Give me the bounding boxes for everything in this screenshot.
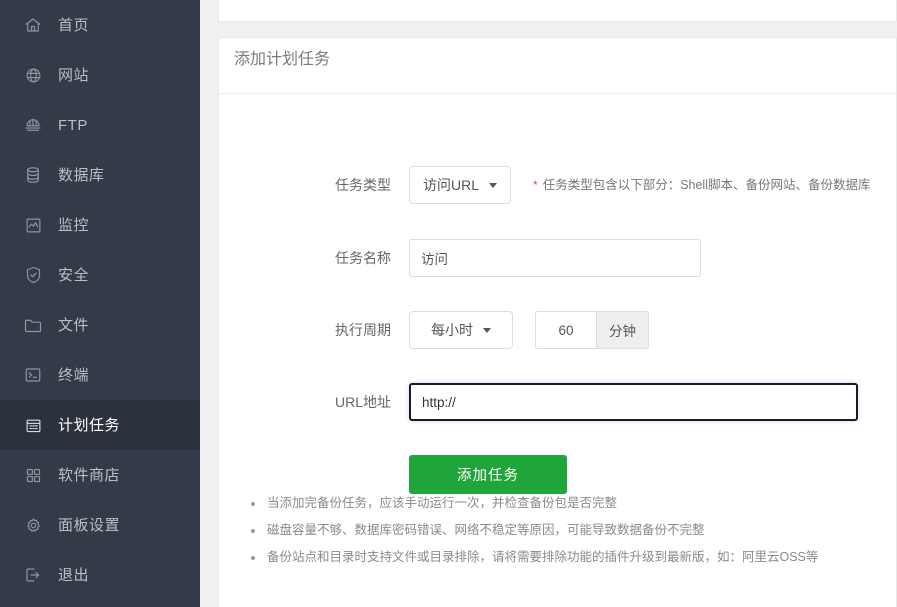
- folder-icon: [22, 314, 44, 336]
- cycle-interval-input[interactable]: [535, 311, 596, 349]
- sidebar-item-label: 数据库: [58, 166, 105, 184]
- task-type-value: 访问URL: [423, 177, 480, 193]
- sidebar-item-label: 安全: [58, 266, 90, 284]
- sidebar-item-label: 退出: [58, 566, 90, 584]
- form-row-submit: 添加任务: [219, 455, 567, 494]
- sidebar-item-label: 软件商店: [58, 466, 121, 484]
- list-item: 当添加完备份任务，应该手动运行一次，并检查备份包是否完整: [249, 490, 889, 517]
- task-type-label: 任务类型: [335, 177, 391, 193]
- cycle-label: 执行周期: [335, 322, 391, 338]
- sidebar-item-security[interactable]: 安全: [0, 250, 200, 300]
- form-row-task-type: 任务类型 访问URL * 任务类型包含以下部分：Shell脚本、备份网站、备份数…: [219, 166, 870, 204]
- chevron-down-icon: [483, 327, 491, 333]
- sidebar-item-app-store[interactable]: 软件商店: [0, 450, 200, 500]
- main-content: 计划任务 任务列表 日志 添加计划任务 任务类型 访问URL * 任务类型包含以…: [200, 0, 897, 607]
- sidebar-item-label: 文件: [58, 316, 90, 334]
- sidebar-item-logout[interactable]: 退出: [0, 550, 200, 600]
- task-name-input[interactable]: [409, 239, 701, 277]
- sidebar-item-label: FTP: [58, 116, 88, 134]
- cycle-value: 每小时: [431, 322, 473, 338]
- chevron-down-icon: [489, 182, 498, 188]
- url-label: URL地址: [334, 394, 391, 410]
- add-task-button[interactable]: 添加任务: [409, 455, 567, 494]
- home-icon: [22, 14, 44, 36]
- calendar-icon: [22, 414, 44, 436]
- terminal-icon: [22, 364, 44, 386]
- task-type-select[interactable]: 访问URL: [409, 166, 512, 204]
- grid-icon: [22, 464, 44, 486]
- database-icon: [22, 164, 44, 186]
- monitor-icon: [22, 214, 44, 236]
- globe-icon: [22, 64, 44, 86]
- cycle-unit-addon: 分钟: [596, 311, 649, 349]
- sidebar-item-panel-settings[interactable]: 面板设置: [0, 500, 200, 550]
- sidebar-item-monitor[interactable]: 监控: [0, 200, 200, 250]
- list-item: 磁盘容量不够、数据库密码错误、网络不稳定等原因，可能导致数据备份不完整: [249, 517, 889, 544]
- page-title: 添加计划任务: [234, 51, 331, 68]
- task-type-hint: 任务类型包含以下部分：Shell脚本、备份网站、备份数据库: [542, 177, 871, 192]
- notes-list: 当添加完备份任务，应该手动运行一次，并检查备份包是否完整 磁盘容量不够、数据库密…: [249, 490, 889, 571]
- app-root: 首页 网站 FTP 数据库 监控 安全 文件 终端 计划任务 软件商店 面板设置…: [0, 0, 897, 607]
- required-marker: *: [533, 178, 538, 192]
- top-panel-fragment: 计划任务 任务列表 日志: [218, 0, 897, 22]
- shield-icon: [22, 264, 44, 286]
- title-divider: [219, 93, 896, 94]
- sidebar-item-terminal[interactable]: 终端: [0, 350, 200, 400]
- sidebar-item-label: 首页: [58, 16, 90, 34]
- sidebar-item-home[interactable]: 首页: [0, 0, 200, 50]
- sidebar-item-label: 计划任务: [58, 416, 121, 434]
- task-name-label: 任务名称: [335, 250, 391, 266]
- form-row-cycle: 执行周期 每小时 分钟: [219, 311, 649, 349]
- gear-icon: [22, 514, 44, 536]
- list-item: 备份站点和目录时支持文件或目录排除，请将需要排除功能的插件升级到最新版，如：阿里…: [249, 544, 889, 571]
- url-input[interactable]: [409, 383, 858, 421]
- sidebar-item-label: 终端: [58, 366, 90, 384]
- form-row-task-name: 任务名称: [219, 239, 701, 277]
- sidebar-item-label: 网站: [58, 66, 90, 84]
- logout-icon: [22, 564, 44, 586]
- cycle-select[interactable]: 每小时: [409, 311, 513, 349]
- form-row-url: URL地址: [219, 383, 858, 421]
- sidebar-item-label: 监控: [58, 216, 90, 234]
- sidebar-item-label: 面板设置: [58, 516, 121, 534]
- sidebar-item-website[interactable]: 网站: [0, 50, 200, 100]
- cycle-interval-group: 分钟: [535, 311, 649, 349]
- sidebar-item-ftp[interactable]: FTP: [0, 100, 200, 150]
- sidebar: 首页 网站 FTP 数据库 监控 安全 文件 终端 计划任务 软件商店 面板设置…: [0, 0, 200, 607]
- server-icon: [22, 114, 44, 136]
- sidebar-item-scheduled-tasks[interactable]: 计划任务: [0, 400, 200, 450]
- sidebar-item-files[interactable]: 文件: [0, 300, 200, 350]
- add-task-panel: 添加计划任务 任务类型 访问URL * 任务类型包含以下部分：Shell脚本、备…: [218, 37, 897, 607]
- sidebar-item-database[interactable]: 数据库: [0, 150, 200, 200]
